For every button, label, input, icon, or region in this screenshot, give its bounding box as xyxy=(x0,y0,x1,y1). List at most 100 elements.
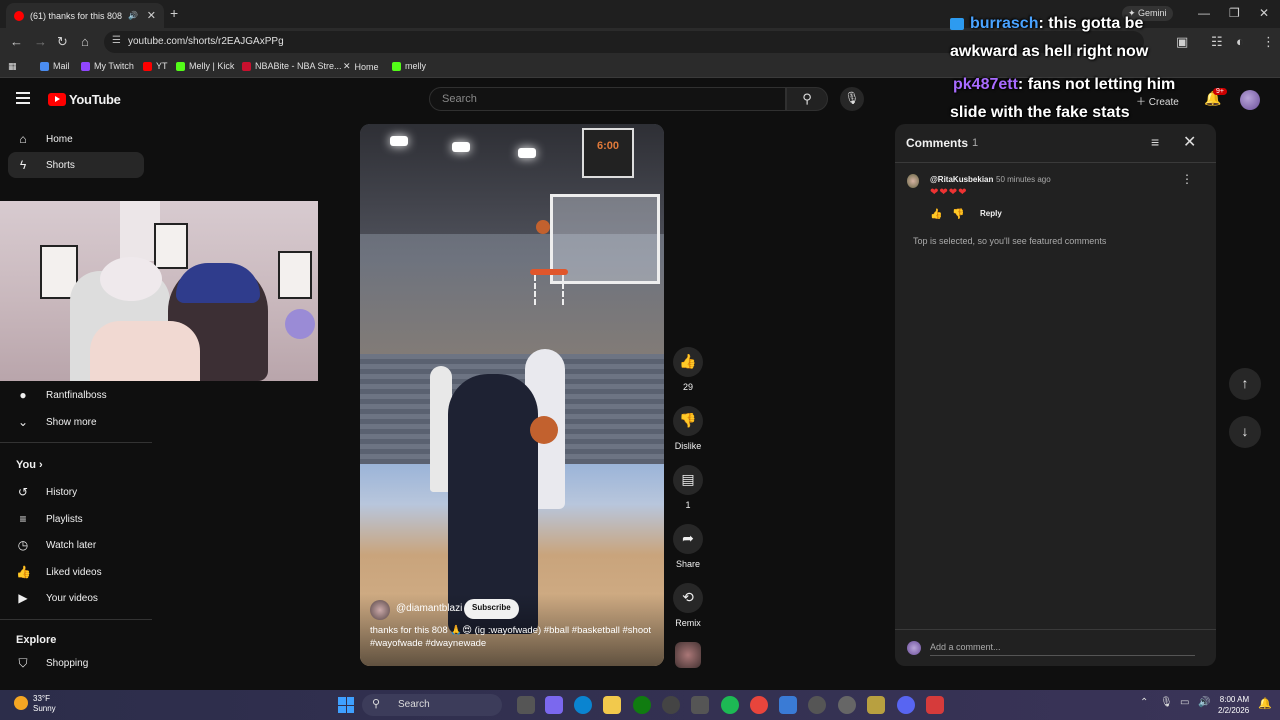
edge-icon[interactable] xyxy=(574,696,592,714)
channel-avatar[interactable] xyxy=(370,600,390,620)
add-comment-input[interactable]: Add a comment... xyxy=(930,642,1195,656)
media-icon[interactable] xyxy=(808,696,826,714)
obs-icon[interactable] xyxy=(662,696,680,714)
close-window-icon[interactable]: ✕ xyxy=(1259,6,1269,20)
app-icon[interactable] xyxy=(926,696,944,714)
dislike-button[interactable]: 👎 xyxy=(673,406,703,436)
comment-author[interactable]: @RitaKusbekian xyxy=(930,175,993,184)
minimize-icon[interactable]: — xyxy=(1198,6,1210,20)
sidebar-item-channel[interactable]: ● Rantfinalboss xyxy=(8,382,144,408)
commenter-avatar[interactable] xyxy=(907,174,919,188)
microphone-icon[interactable]: 🎙 xyxy=(1160,697,1173,708)
shorts-video-player[interactable]: 6:00 @diamantblazi Subscribe thanks for … xyxy=(360,124,664,666)
menu-icon[interactable] xyxy=(16,92,30,104)
network-icon[interactable]: ▭ xyxy=(1180,697,1189,708)
bookmark-yt[interactable]: YT xyxy=(143,61,168,71)
voice-search-icon[interactable]: 🎙 xyxy=(840,87,864,111)
comment-reply-button[interactable]: Reply xyxy=(980,209,1002,218)
bookmark-mail[interactable]: Mail xyxy=(40,61,70,71)
ceiling-light xyxy=(518,148,536,158)
wall-frame xyxy=(278,251,312,299)
youtube-logo[interactable]: YouTube xyxy=(48,92,121,107)
comments-button[interactable]: ▤ xyxy=(673,465,703,495)
tray-overflow-icon[interactable]: ⌃ xyxy=(1140,697,1148,708)
sidebar-you-heading[interactable]: You › xyxy=(16,459,43,471)
reload-icon[interactable]: ↻ xyxy=(57,34,68,50)
xbox-icon[interactable] xyxy=(633,696,651,714)
volume-icon[interactable]: 🔊 xyxy=(1198,697,1210,708)
bookmark-twitch[interactable]: My Twitch xyxy=(81,61,134,71)
extensions-icon[interactable]: ▣ xyxy=(1176,34,1188,50)
profile-icon[interactable]: ◐ xyxy=(1236,34,1244,49)
channel-avatar-icon: ● xyxy=(19,388,27,402)
store-icon[interactable] xyxy=(691,696,709,714)
home-icon[interactable]: ⌂ xyxy=(81,34,89,49)
notifications-bell-icon[interactable]: 🔔 xyxy=(1258,697,1272,710)
app-icon[interactable] xyxy=(838,696,856,714)
weather-widget[interactable]: 33°F Sunny xyxy=(33,694,56,714)
chrome-icon[interactable] xyxy=(750,696,768,714)
sidebar-item-liked-videos[interactable]: 👍 Liked videos xyxy=(8,559,144,585)
previous-short-button[interactable]: ↑ xyxy=(1229,368,1261,400)
site-info-icon[interactable]: ☰ xyxy=(112,35,121,46)
close-comments-icon[interactable]: ✕ xyxy=(1183,132,1196,152)
new-tab-icon[interactable]: + xyxy=(170,5,178,21)
photos-icon[interactable] xyxy=(779,696,797,714)
sidebar-item-watch-later[interactable]: ◷ Watch later xyxy=(8,532,144,558)
sidebar-item-shorts[interactable]: ϟ Shorts xyxy=(8,152,144,178)
taskbar-search[interactable]: ⚲ Search xyxy=(362,694,502,716)
create-button[interactable]: ＋ Create xyxy=(1136,93,1179,108)
maximize-icon[interactable]: ❐ xyxy=(1229,6,1240,20)
audio-icon[interactable]: 🔊 xyxy=(128,11,138,20)
bookmark-melly[interactable]: melly xyxy=(392,61,426,71)
taskbar-clock[interactable]: 8:00 AM 2/2/2026 xyxy=(1218,694,1249,716)
next-short-button[interactable]: ↓ xyxy=(1229,416,1261,448)
sound-thumbnail[interactable] xyxy=(675,642,701,668)
share-button[interactable]: ➦ xyxy=(673,524,703,554)
spotify-icon[interactable] xyxy=(721,696,739,714)
bookmark-kick[interactable]: Melly | Kick xyxy=(176,61,234,71)
account-avatar[interactable] xyxy=(1240,90,1260,110)
basketball xyxy=(530,416,558,444)
comment-dislike-icon[interactable]: 👎 xyxy=(952,209,964,220)
browser-tab[interactable]: (61) thanks for this 808 🔊 ✕ xyxy=(6,3,164,28)
video-icon: ▶ xyxy=(18,591,28,605)
file-explorer-icon[interactable] xyxy=(603,696,621,714)
sidebar-show-more[interactable]: ⌄ Show more xyxy=(8,409,144,435)
start-icon[interactable] xyxy=(338,697,354,713)
chat-username: pk487ett xyxy=(953,76,1018,93)
sort-icon[interactable]: ≡ xyxy=(1151,134,1159,150)
sidebar-item-history[interactable]: ↺ History xyxy=(8,479,144,505)
discord-icon[interactable] xyxy=(897,696,915,714)
search-button[interactable]: ⚲ xyxy=(786,87,828,111)
comments-sort-note: Top is selected, so you'll see featured … xyxy=(913,236,1107,246)
windows-taskbar: 33°F Sunny ⚲ Search ⌃ 🎙 ▭ 🔊 8:00 AM 2/2/2… xyxy=(0,690,1280,720)
back-icon[interactable]: ← xyxy=(10,34,23,49)
sidebar-item-home[interactable]: ⌂ Home xyxy=(8,126,144,152)
close-tab-icon[interactable]: ✕ xyxy=(147,9,156,22)
video-caption[interactable]: thanks for this 808 🙏😍 (ig :wayofwade) #… xyxy=(370,624,656,650)
sidebar-item-your-videos[interactable]: ▶ Your videos xyxy=(8,585,144,611)
app-icon[interactable] xyxy=(867,696,885,714)
remix-button[interactable]: ⟲ xyxy=(673,583,703,613)
shopping-bag-icon: ⛉ xyxy=(18,655,28,670)
bookmark-x-home[interactable]: ✕ Home xyxy=(343,61,379,72)
like-button[interactable]: 👍 xyxy=(673,347,703,377)
comment-menu-icon[interactable]: ⋮ xyxy=(1181,172,1193,186)
weather-sun-icon[interactable] xyxy=(14,696,28,710)
subscribe-button[interactable]: Subscribe xyxy=(464,599,519,619)
copilot-icon[interactable] xyxy=(545,696,563,714)
bookmark-nbabite[interactable]: NBABite - NBA Stre... xyxy=(242,61,342,71)
forward-icon[interactable]: → xyxy=(34,34,47,49)
sidebar-item-playlists[interactable]: ≡ Playlists xyxy=(8,506,144,532)
apps-icon[interactable]: ▦ xyxy=(8,61,17,72)
task-view-icon[interactable] xyxy=(517,696,535,714)
sidebar-icon[interactable]: ☷ xyxy=(1211,34,1223,50)
chat-text: : this gotta be xyxy=(1038,15,1144,32)
comment-like-icon[interactable]: 👍 xyxy=(930,209,942,220)
search-input[interactable]: Search xyxy=(429,87,786,111)
sidebar-item-shopping[interactable]: ⛉ Shopping xyxy=(8,650,144,676)
menu-kebab-icon[interactable]: ⋮ xyxy=(1262,34,1275,50)
chat-message: burrasch: this gotta be xyxy=(950,15,1143,33)
channel-handle[interactable]: @diamantblazi xyxy=(396,603,462,614)
